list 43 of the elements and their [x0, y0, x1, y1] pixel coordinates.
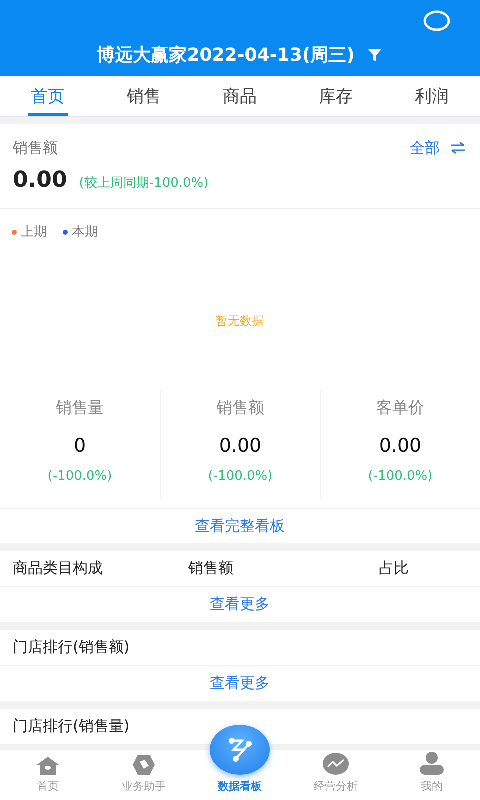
tab[interactable]: 首页 [0, 76, 96, 116]
tab[interactable]: 利润 [384, 76, 480, 116]
legend-label: 上期 [21, 224, 47, 241]
home-icon [36, 756, 60, 776]
scope-button[interactable]: 全部 [410, 138, 440, 158]
tab[interactable]: 销售 [96, 76, 192, 116]
view-more-link[interactable]: 查看更多 [210, 674, 270, 693]
nav-item[interactable]: 业务助手 [96, 750, 192, 800]
column-header: 占比 [378, 559, 410, 578]
tag-icon [132, 754, 156, 776]
header-title: 博远大赢家2022-04-13(周三) [97, 44, 355, 67]
legend-label: 本期 [72, 224, 98, 241]
stat-value: 0.00 [379, 435, 422, 457]
stat-label: 销售额 [216, 398, 264, 419]
stat-change: (-100.0%) [208, 469, 273, 484]
column-header: 销售额 [188, 559, 234, 578]
stat-change: (-100.0%) [48, 469, 112, 484]
sales-change: (较上周同期-100.0%) [79, 175, 209, 192]
view-more-link[interactable]: 查看更多 [210, 595, 270, 614]
stat-change: (-100.0%) [368, 469, 433, 484]
empty-chart-text: 暂无数据 [215, 313, 265, 330]
user-icon [419, 752, 445, 776]
column-header: 商品类目构成 [13, 559, 104, 578]
nav-item[interactable]: 我的 [384, 750, 480, 800]
swap-icon[interactable] [450, 141, 466, 155]
sales-label: 销售额 [13, 138, 58, 158]
nav-item[interactable]: 数据看板 [192, 724, 288, 800]
branch-icon [227, 737, 253, 763]
sales-value: 0.00 [13, 168, 68, 193]
section-title: 门店排行(销售量) [13, 717, 131, 736]
stat-value: 0 [74, 435, 86, 457]
circle-icon[interactable] [423, 10, 451, 32]
stat-value: 0.00 [219, 435, 262, 457]
section-title: 门店排行(销售额) [13, 638, 131, 657]
line-chart-icon [322, 752, 350, 776]
nav-item[interactable]: 首页 [0, 750, 96, 800]
filter-icon[interactable] [366, 47, 383, 63]
nav-item[interactable]: 经营分析 [288, 750, 384, 800]
tab[interactable]: 库存 [288, 76, 384, 116]
stat-label: 客单价 [376, 398, 424, 419]
full-board-link[interactable]: 查看完整看板 [195, 516, 285, 536]
tab[interactable]: 商品 [192, 76, 288, 116]
stat-label: 销售量 [56, 398, 104, 419]
